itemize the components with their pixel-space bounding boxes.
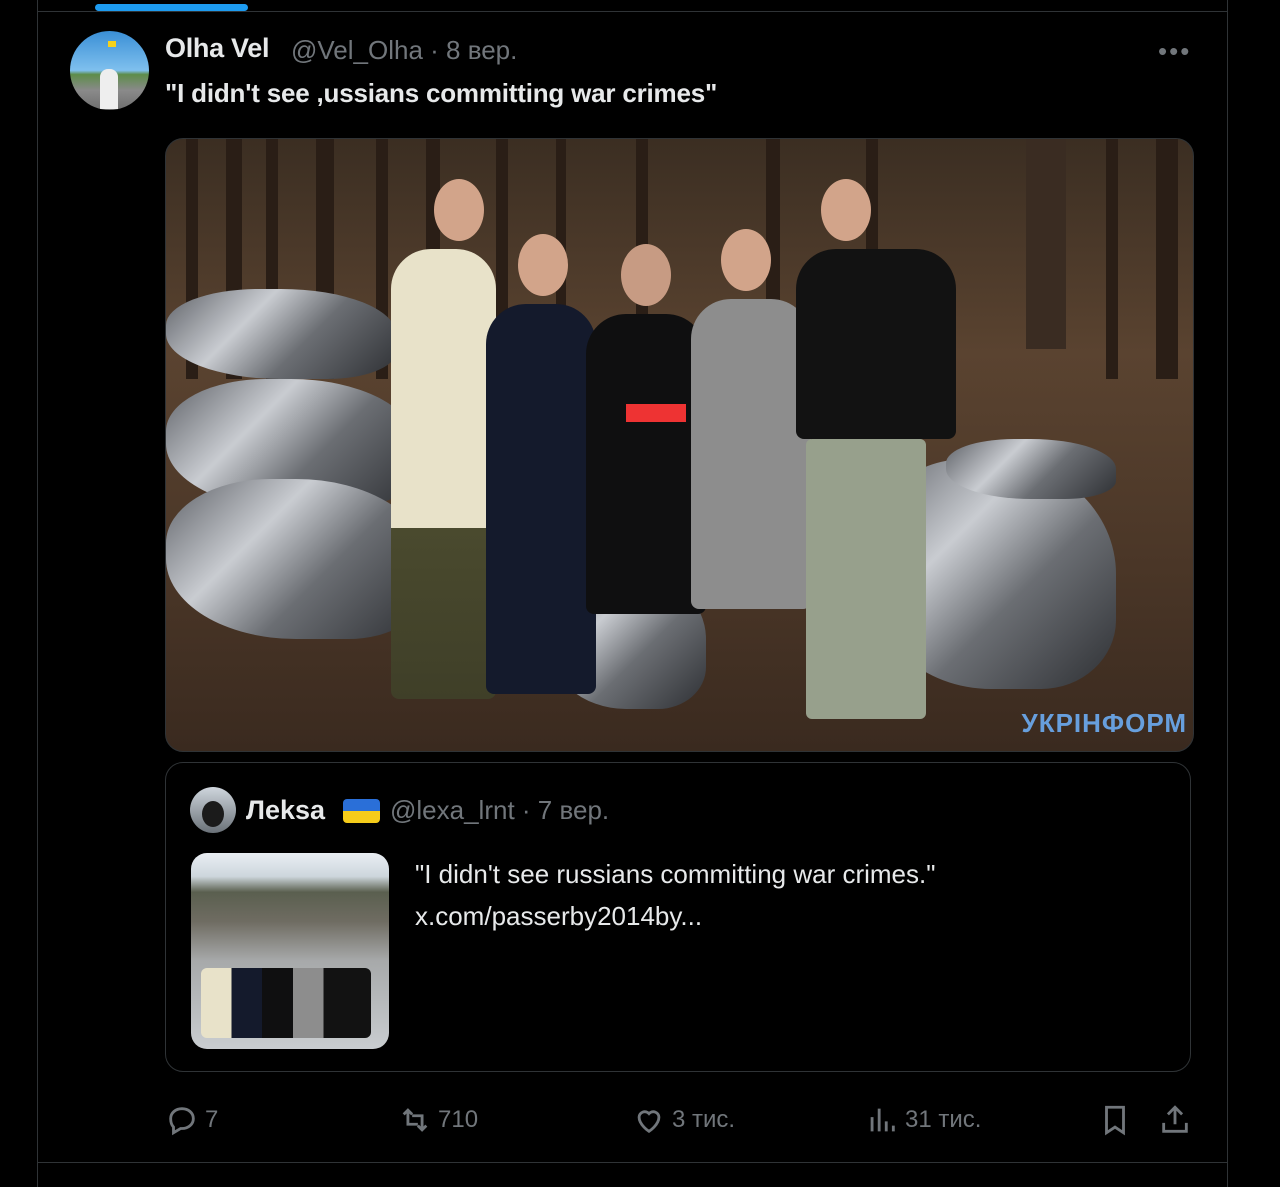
quoted-link[interactable]: x.com/passerby2014by... (415, 895, 935, 937)
quoted-text-line1: "I didn't see russians committing war cr… (415, 859, 936, 889)
tweet-media-image[interactable]: УКРІНФОРМ (165, 138, 1194, 752)
active-tab-indicator (95, 4, 248, 11)
reply-button[interactable]: 7 (165, 1103, 218, 1137)
tweet-action-bar: 7 710 3 тис. 31 тис. (0, 1095, 1280, 1145)
quoted-author-name[interactable]: Леksa (246, 795, 325, 826)
bottom-divider (38, 1162, 1227, 1163)
top-divider (38, 11, 1227, 12)
reply-count: 7 (205, 1106, 219, 1133)
views-button[interactable]: 31 тис. (865, 1103, 981, 1137)
ukraine-flag-icon (343, 799, 380, 823)
repost-count: 710 (438, 1106, 479, 1133)
share-icon (1162, 1105, 1188, 1133)
quoted-media-thumbnail[interactable] (191, 853, 389, 1049)
author-handle-time[interactable]: @Vel_Olha · 8 вер. (291, 35, 517, 66)
column-border-right (1227, 0, 1228, 1187)
repost-icon (402, 1108, 428, 1132)
reply-icon (169, 1107, 195, 1136)
bookmark-icon (1105, 1105, 1125, 1136)
bookmark-button[interactable] (1098, 1103, 1138, 1137)
author-name[interactable]: Olha Vel (165, 33, 269, 64)
like-button[interactable]: 3 тис. (632, 1103, 735, 1137)
more-horizontal-icon[interactable]: ••• (1158, 36, 1191, 67)
like-count: 3 тис. (672, 1106, 736, 1133)
quoted-author-handle-time[interactable]: @lexa_lrnt · 7 вер. (390, 795, 609, 826)
tweet-text: "I didn't see ,ussians committing war cr… (165, 78, 718, 108)
quoted-tweet[interactable]: Леksa @lexa_lrnt · 7 вер. "I didn't see … (165, 762, 1191, 1072)
share-button[interactable] (1158, 1103, 1198, 1137)
heart-icon (637, 1110, 661, 1134)
quoted-author-avatar[interactable] (190, 787, 236, 833)
bar-chart-icon (870, 1108, 895, 1132)
repost-button[interactable]: 710 (398, 1103, 478, 1137)
media-watermark: УКРІНФОРМ (1021, 708, 1187, 738)
view-count: 31 тис. (905, 1106, 982, 1133)
quoted-tweet-text: "I didn't see russians committing war cr… (415, 853, 935, 937)
column-border-left (37, 0, 38, 1187)
author-avatar[interactable] (70, 31, 149, 110)
